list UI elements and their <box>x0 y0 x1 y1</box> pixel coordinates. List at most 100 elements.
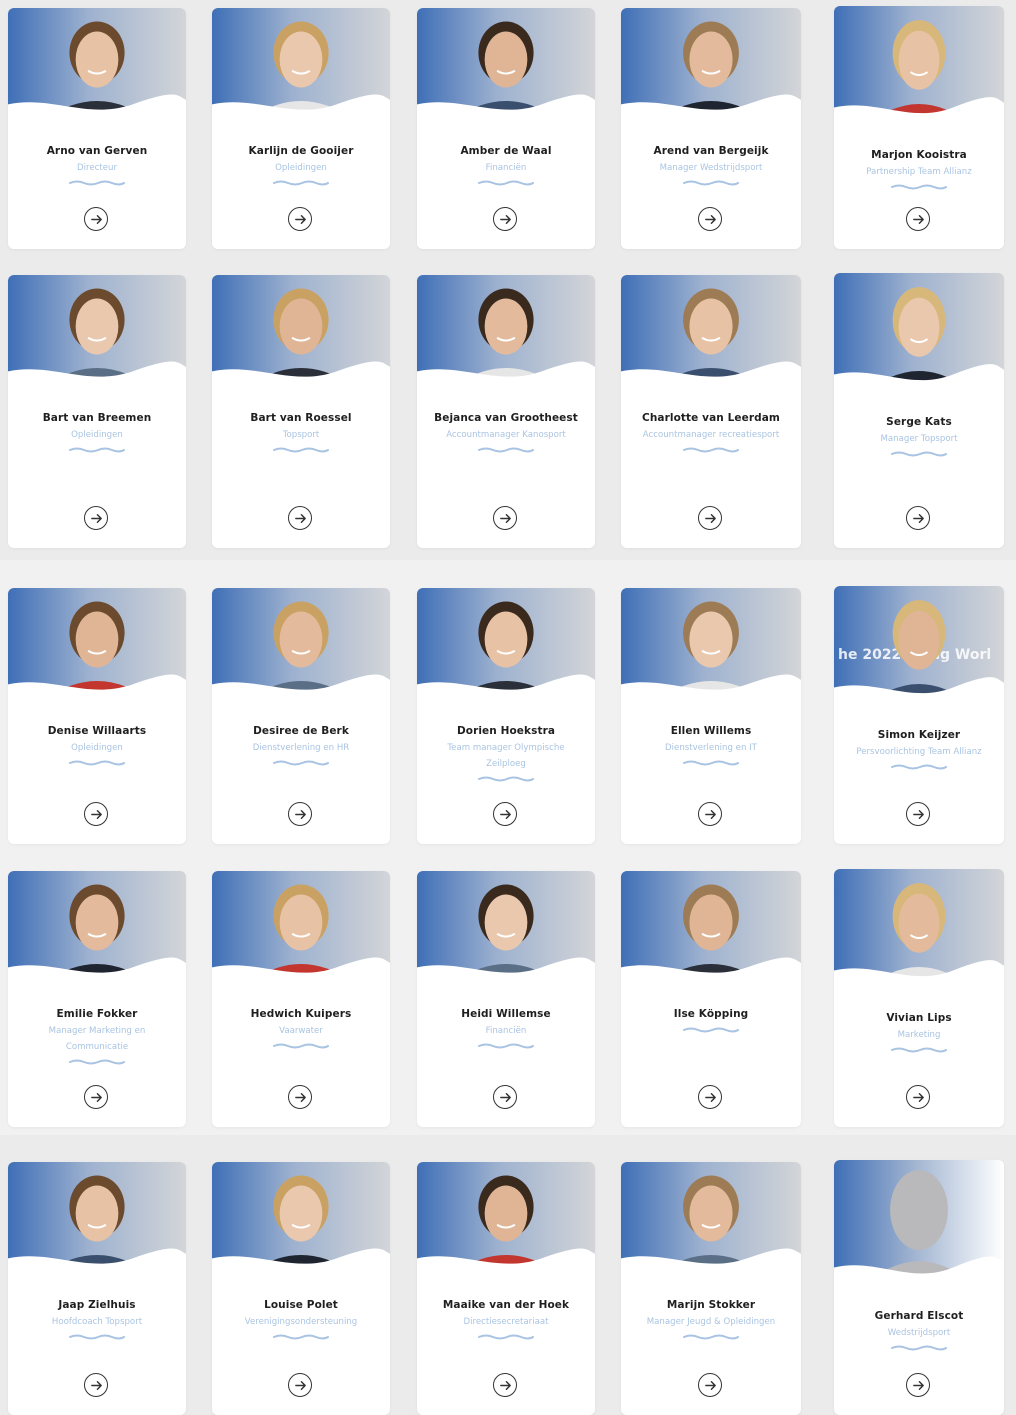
arrow-right-circle-icon[interactable] <box>288 207 312 231</box>
member-info: Denise Willaarts Opleidingen <box>8 722 186 766</box>
member-role: Financiën <box>485 163 527 173</box>
arrow-right-circle-icon[interactable] <box>288 506 312 530</box>
arrow-right-circle-icon[interactable] <box>698 802 722 826</box>
member-photo <box>621 871 801 983</box>
arrow-right-icon <box>499 214 511 224</box>
arrow-right-circle-icon[interactable] <box>493 1085 517 1109</box>
member-info: Karlijn de Gooijer Opleidingen <box>212 142 390 186</box>
member-role: Accountmanager recreatiesport <box>642 430 780 440</box>
team-member-card[interactable]: Marijn Stokker Manager Jeugd & Opleidinge… <box>621 1162 801 1415</box>
arrow-right-circle-icon[interactable] <box>906 207 930 231</box>
arrow-right-icon <box>90 1380 102 1390</box>
team-member-card[interactable]: Marjon Kooistra Partnership Team Allianz <box>834 6 1004 249</box>
team-member-card[interactable]: Charlotte van Leerdam Accountmanager recr… <box>621 275 801 548</box>
member-info: Serge Kats Manager Topsport <box>834 413 1004 457</box>
member-name: Vivian Lips <box>886 1012 952 1024</box>
portrait-photo <box>417 588 595 700</box>
member-role: Directeur <box>77 163 117 173</box>
arrow-right-circle-icon[interactable] <box>906 506 930 530</box>
team-member-card[interactable]: Hedwich Kuipers Vaarwater <box>212 871 390 1127</box>
arrow-right-icon <box>912 1092 924 1102</box>
portrait-photo <box>621 871 801 983</box>
arrow-right-circle-icon[interactable] <box>698 506 722 530</box>
team-member-card[interactable]: Gerhard Elscot Wedstrijdsport <box>834 1160 1004 1415</box>
avatar-placeholder-icon <box>834 1160 1004 1285</box>
team-member-card[interactable]: Bart van Breemen Opleidingen <box>8 275 186 548</box>
member-role: Manager Marketing en Communicatie <box>48 1026 146 1052</box>
team-member-card[interactable]: Emilie Fokker Manager Marketing en Commun… <box>8 871 186 1127</box>
arrow-right-circle-icon[interactable] <box>698 207 722 231</box>
wave-divider-icon <box>891 184 947 190</box>
portrait-photo <box>834 6 1004 124</box>
arrow-right-circle-icon[interactable] <box>906 1085 930 1109</box>
arrow-right-circle-icon[interactable] <box>493 506 517 530</box>
arrow-right-circle-icon[interactable] <box>493 1373 517 1397</box>
arrow-right-icon <box>294 1092 306 1102</box>
team-member-card[interactable]: Bejanca van Grootheest Accountmanager Kan… <box>417 275 595 548</box>
wave-divider-icon <box>891 1345 947 1351</box>
arrow-right-icon <box>499 513 511 523</box>
arrow-right-icon <box>90 513 102 523</box>
wave-divider-icon <box>69 180 125 186</box>
arrow-right-circle-icon[interactable] <box>493 802 517 826</box>
team-member-card[interactable]: Louise Polet Verenigingsondersteuning <box>212 1162 390 1415</box>
arrow-right-icon <box>90 1092 102 1102</box>
team-member-card[interactable]: Maaike van der Hoek Directiesecretariaat <box>417 1162 595 1415</box>
arrow-right-icon <box>704 1380 716 1390</box>
arrow-right-circle-icon[interactable] <box>84 506 108 530</box>
member-photo <box>621 588 801 700</box>
team-member-card[interactable]: Denise Willaarts Opleidingen <box>8 588 186 844</box>
member-name: Heidi Willemse <box>461 1008 551 1020</box>
member-photo <box>621 275 801 387</box>
member-name: Charlotte van Leerdam <box>642 412 780 424</box>
arrow-right-circle-icon[interactable] <box>906 802 930 826</box>
member-info: Ilse Köpping <box>621 1005 801 1033</box>
arrow-right-circle-icon[interactable] <box>84 1085 108 1109</box>
team-member-card[interactable]: Ilse Köpping <box>621 871 801 1127</box>
member-name: Arno van Gerven <box>46 145 148 157</box>
member-info: Marjon Kooistra Partnership Team Allianz <box>834 146 1004 190</box>
team-member-card[interactable]: Karlijn de Gooijer Opleidingen <box>212 8 390 249</box>
member-photo <box>417 8 595 120</box>
arrow-right-circle-icon[interactable] <box>698 1373 722 1397</box>
wave-divider-icon <box>683 180 739 186</box>
wave-divider-icon <box>69 1059 125 1065</box>
team-member-card[interactable]: Serge Kats Manager Topsport <box>834 273 1004 548</box>
team-member-card[interactable]: Desiree de Berk Dienstverlening en HR <box>212 588 390 844</box>
arrow-right-circle-icon[interactable] <box>84 1373 108 1397</box>
team-member-card[interactable]: Arno van Gerven Directeur <box>8 8 186 249</box>
team-member-card[interactable]: Dorien Hoekstra Team manager Olympische Z… <box>417 588 595 844</box>
arrow-right-circle-icon[interactable] <box>84 802 108 826</box>
arrow-right-circle-icon[interactable] <box>288 1085 312 1109</box>
member-name: Emilie Fokker <box>56 1008 138 1020</box>
wave-divider-icon <box>478 1043 534 1049</box>
team-member-card[interactable]: Arend van Bergeijk Manager Wedstrijdsport <box>621 8 801 249</box>
wave-divider-icon <box>478 1334 534 1340</box>
team-member-card[interactable]: he 2022 ailing Worl Simon Keijzer Persvoor… <box>834 586 1004 844</box>
member-photo <box>417 871 595 983</box>
arrow-right-circle-icon[interactable] <box>84 207 108 231</box>
team-member-card[interactable]: Jaap Zielhuis Hoofdcoach Topsport <box>8 1162 186 1415</box>
arrow-right-circle-icon[interactable] <box>493 207 517 231</box>
team-member-card[interactable]: Vivian Lips Marketing <box>834 869 1004 1127</box>
team-member-card[interactable]: Heidi Willemse Financiën <box>417 871 595 1127</box>
portrait-photo <box>834 869 1004 987</box>
member-name: Ellen Willems <box>670 725 752 737</box>
team-member-card[interactable]: Ellen Willems Dienstverlening en IT <box>621 588 801 844</box>
member-info: Arno van Gerven Directeur <box>8 142 186 186</box>
arrow-right-circle-icon[interactable] <box>698 1085 722 1109</box>
member-role: Manager Jeugd & Opleidingen <box>646 1317 776 1327</box>
member-role: Wedstrijdsport <box>887 1328 951 1338</box>
member-photo <box>834 273 1004 391</box>
member-info: Ellen Willems Dienstverlening en IT <box>621 722 801 766</box>
team-member-card[interactable]: Bart van Roessel Topsport <box>212 275 390 548</box>
member-photo <box>212 8 390 120</box>
arrow-right-circle-icon[interactable] <box>288 1373 312 1397</box>
arrow-right-circle-icon[interactable] <box>288 802 312 826</box>
member-info: Vivian Lips Marketing <box>834 1009 1004 1053</box>
member-photo <box>417 588 595 700</box>
wave-divider-icon <box>69 447 125 453</box>
team-member-card[interactable]: Amber de Waal Financiën <box>417 8 595 249</box>
member-photo <box>834 869 1004 987</box>
arrow-right-circle-icon[interactable] <box>906 1373 930 1397</box>
